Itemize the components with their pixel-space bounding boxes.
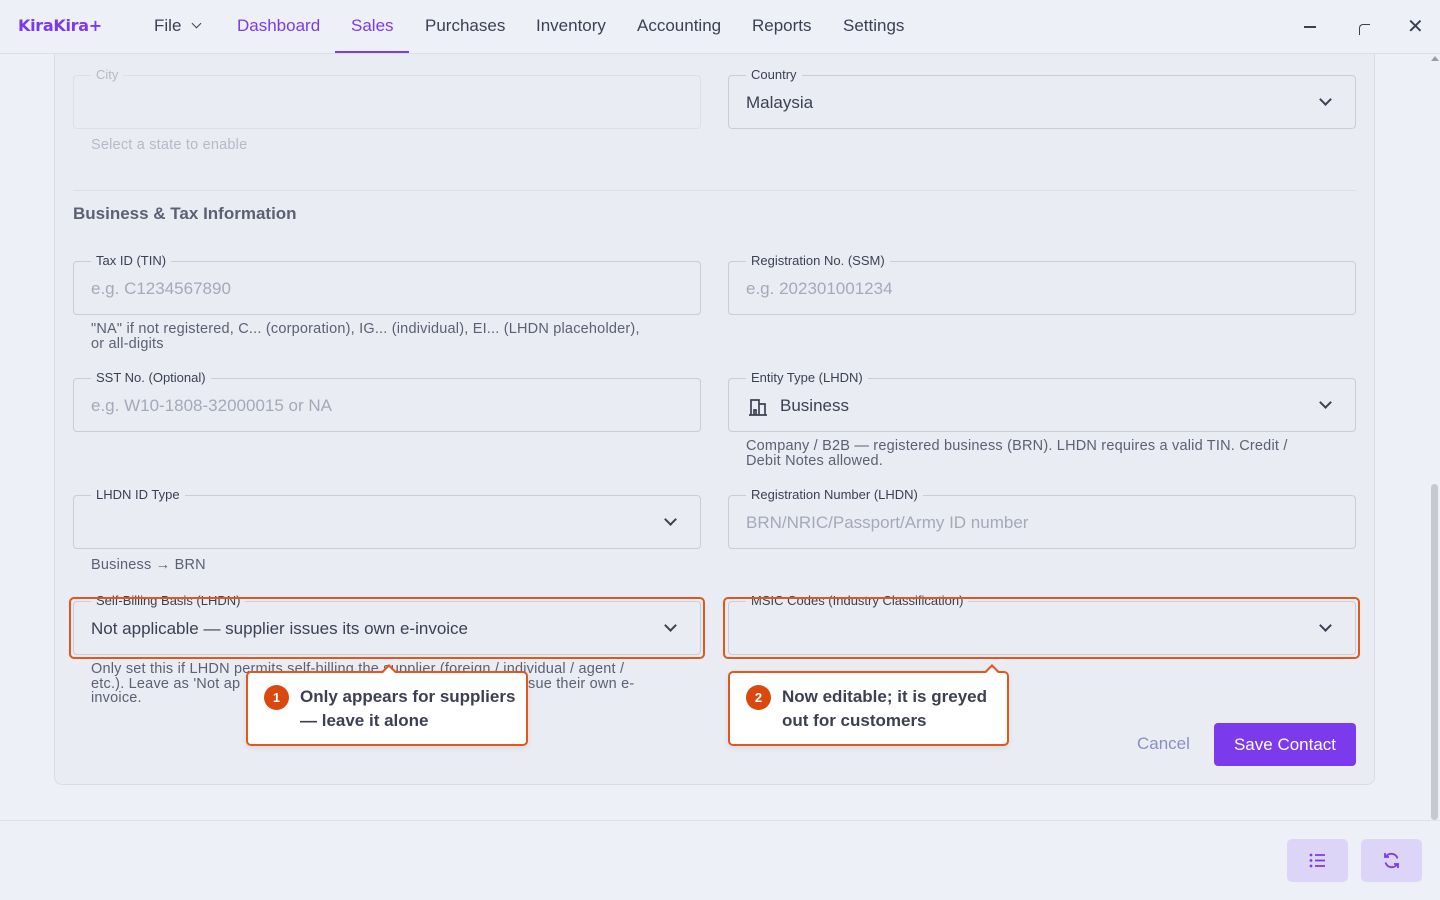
tax-id-field[interactable]: Tax ID (TIN) e.g. C1234567890 — [73, 253, 701, 315]
self-billing-highlight — [69, 597, 705, 659]
chevron-down-icon — [1319, 396, 1332, 409]
lhdn-id-type-label: LHDN ID Type — [91, 487, 185, 503]
callout-text-line1: Now editable; it is greyed — [782, 687, 987, 706]
chevron-down-icon — [1319, 93, 1332, 106]
nav-dashboard[interactable]: Dashboard — [237, 16, 320, 36]
sst-label: SST No. (Optional) — [91, 370, 211, 386]
ssm-field[interactable]: Registration No. (SSM) e.g. 202301001234 — [728, 253, 1356, 315]
save-contact-button[interactable]: Save Contact — [1214, 723, 1356, 766]
country-select[interactable]: Country Malaysia — [728, 67, 1356, 129]
tax-id-label: Tax ID (TIN) — [91, 253, 172, 269]
callout-text: Only appears for suppliers — leave it al… — [300, 685, 515, 733]
app-logo: KiraKira+ — [18, 16, 102, 35]
callout-text: Now editable; it is greyed out for custo… — [782, 685, 987, 733]
city-label: City — [91, 67, 124, 83]
self-billing-helper-line3: invoice. — [91, 690, 142, 706]
callout-msic: 2 Now editable; it is greyed out for cus… — [728, 664, 1009, 746]
tax-id-placeholder: e.g. C1234567890 — [91, 279, 231, 298]
registration-number-field[interactable]: Registration Number (LHDN) BRN/NRIC/Pass… — [728, 487, 1356, 549]
restore-button[interactable] — [1351, 14, 1377, 40]
callout-pointer-fill — [986, 667, 998, 673]
tax-id-helper-line1: "NA" if not registered, C... (corporatio… — [91, 321, 640, 337]
close-icon: ✕ — [1407, 14, 1424, 38]
lhdn-id-type-select[interactable]: LHDN ID Type — [73, 487, 701, 549]
top-bar: KiraKira+ File Dashboard Sales Purchases… — [0, 0, 1440, 54]
nav-accounting[interactable]: Accounting — [637, 16, 721, 36]
ssm-label: Registration No. (SSM) — [746, 253, 890, 269]
nav-sales[interactable]: Sales — [351, 16, 394, 36]
callout-pointer-fill — [383, 667, 395, 673]
msic-highlight — [723, 597, 1360, 659]
callout-number-badge: 2 — [746, 685, 771, 710]
minimize-button[interactable] — [1298, 14, 1324, 40]
callout-self-billing: 1 Only appears for suppliers — leave it … — [246, 664, 528, 746]
cancel-button[interactable]: Cancel — [1137, 734, 1190, 754]
entity-type-helper-line1: Company / B2B — registered business (BRN… — [746, 438, 1288, 454]
country-value: Malaysia — [746, 93, 814, 112]
chevron-down-icon — [664, 513, 677, 526]
menu-file-label: File — [154, 16, 182, 35]
ssm-placeholder: e.g. 202301001234 — [746, 279, 893, 298]
callout-text-line2: — leave it alone — [300, 711, 429, 730]
scroll-up-arrow-icon[interactable] — [1431, 56, 1439, 61]
city-helper: Select a state to enable — [91, 137, 248, 153]
sst-placeholder: e.g. W10-1808-32000015 or NA — [91, 396, 332, 415]
sst-field[interactable]: SST No. (Optional) e.g. W10-1808-3200001… — [73, 370, 701, 432]
nav-purchases[interactable]: Purchases — [425, 16, 505, 36]
restore-icon — [1359, 24, 1370, 35]
callout-text-line1: Only appears for suppliers — [300, 687, 516, 706]
country-label: Country — [746, 67, 802, 83]
bottom-area — [0, 820, 1440, 900]
lhdn-id-type-helper: Business → BRN — [91, 557, 206, 573]
city-field[interactable]: City — [73, 67, 701, 129]
entity-type-helper-line2: Debit Notes allowed. — [746, 453, 883, 469]
callout-number-badge: 1 — [264, 685, 289, 710]
entity-type-label: Entity Type (LHDN) — [746, 370, 868, 386]
list-view-button[interactable] — [1287, 839, 1348, 882]
registration-number-label: Registration Number (LHDN) — [746, 487, 923, 503]
section-title: Business & Tax Information — [73, 204, 297, 223]
list-icon — [1309, 853, 1325, 868]
refresh-button[interactable] — [1361, 839, 1422, 882]
tax-id-helper-line2: or all-digits — [91, 336, 164, 352]
chevron-down-icon — [191, 18, 202, 29]
entity-type-value: Business — [780, 396, 849, 415]
self-billing-helper-line2-end: sue their own e- — [528, 676, 635, 692]
active-tab-indicator — [335, 51, 409, 53]
building-icon — [749, 399, 767, 416]
nav-inventory[interactable]: Inventory — [536, 16, 606, 36]
minimize-icon — [1304, 26, 1316, 28]
registration-number-placeholder: BRN/NRIC/Passport/Army ID number — [746, 513, 1029, 532]
close-button[interactable]: ✕ — [1401, 14, 1427, 40]
entity-type-select[interactable]: Entity Type (LHDN) Business — [728, 370, 1356, 432]
callout-text-line2: out for customers — [782, 711, 927, 730]
refresh-icon — [1384, 852, 1399, 869]
nav-settings[interactable]: Settings — [843, 16, 904, 36]
section-divider — [73, 190, 1356, 191]
menu-file[interactable]: File — [154, 16, 202, 36]
nav-reports[interactable]: Reports — [752, 16, 812, 36]
scrollbar-thumb[interactable] — [1431, 484, 1438, 820]
